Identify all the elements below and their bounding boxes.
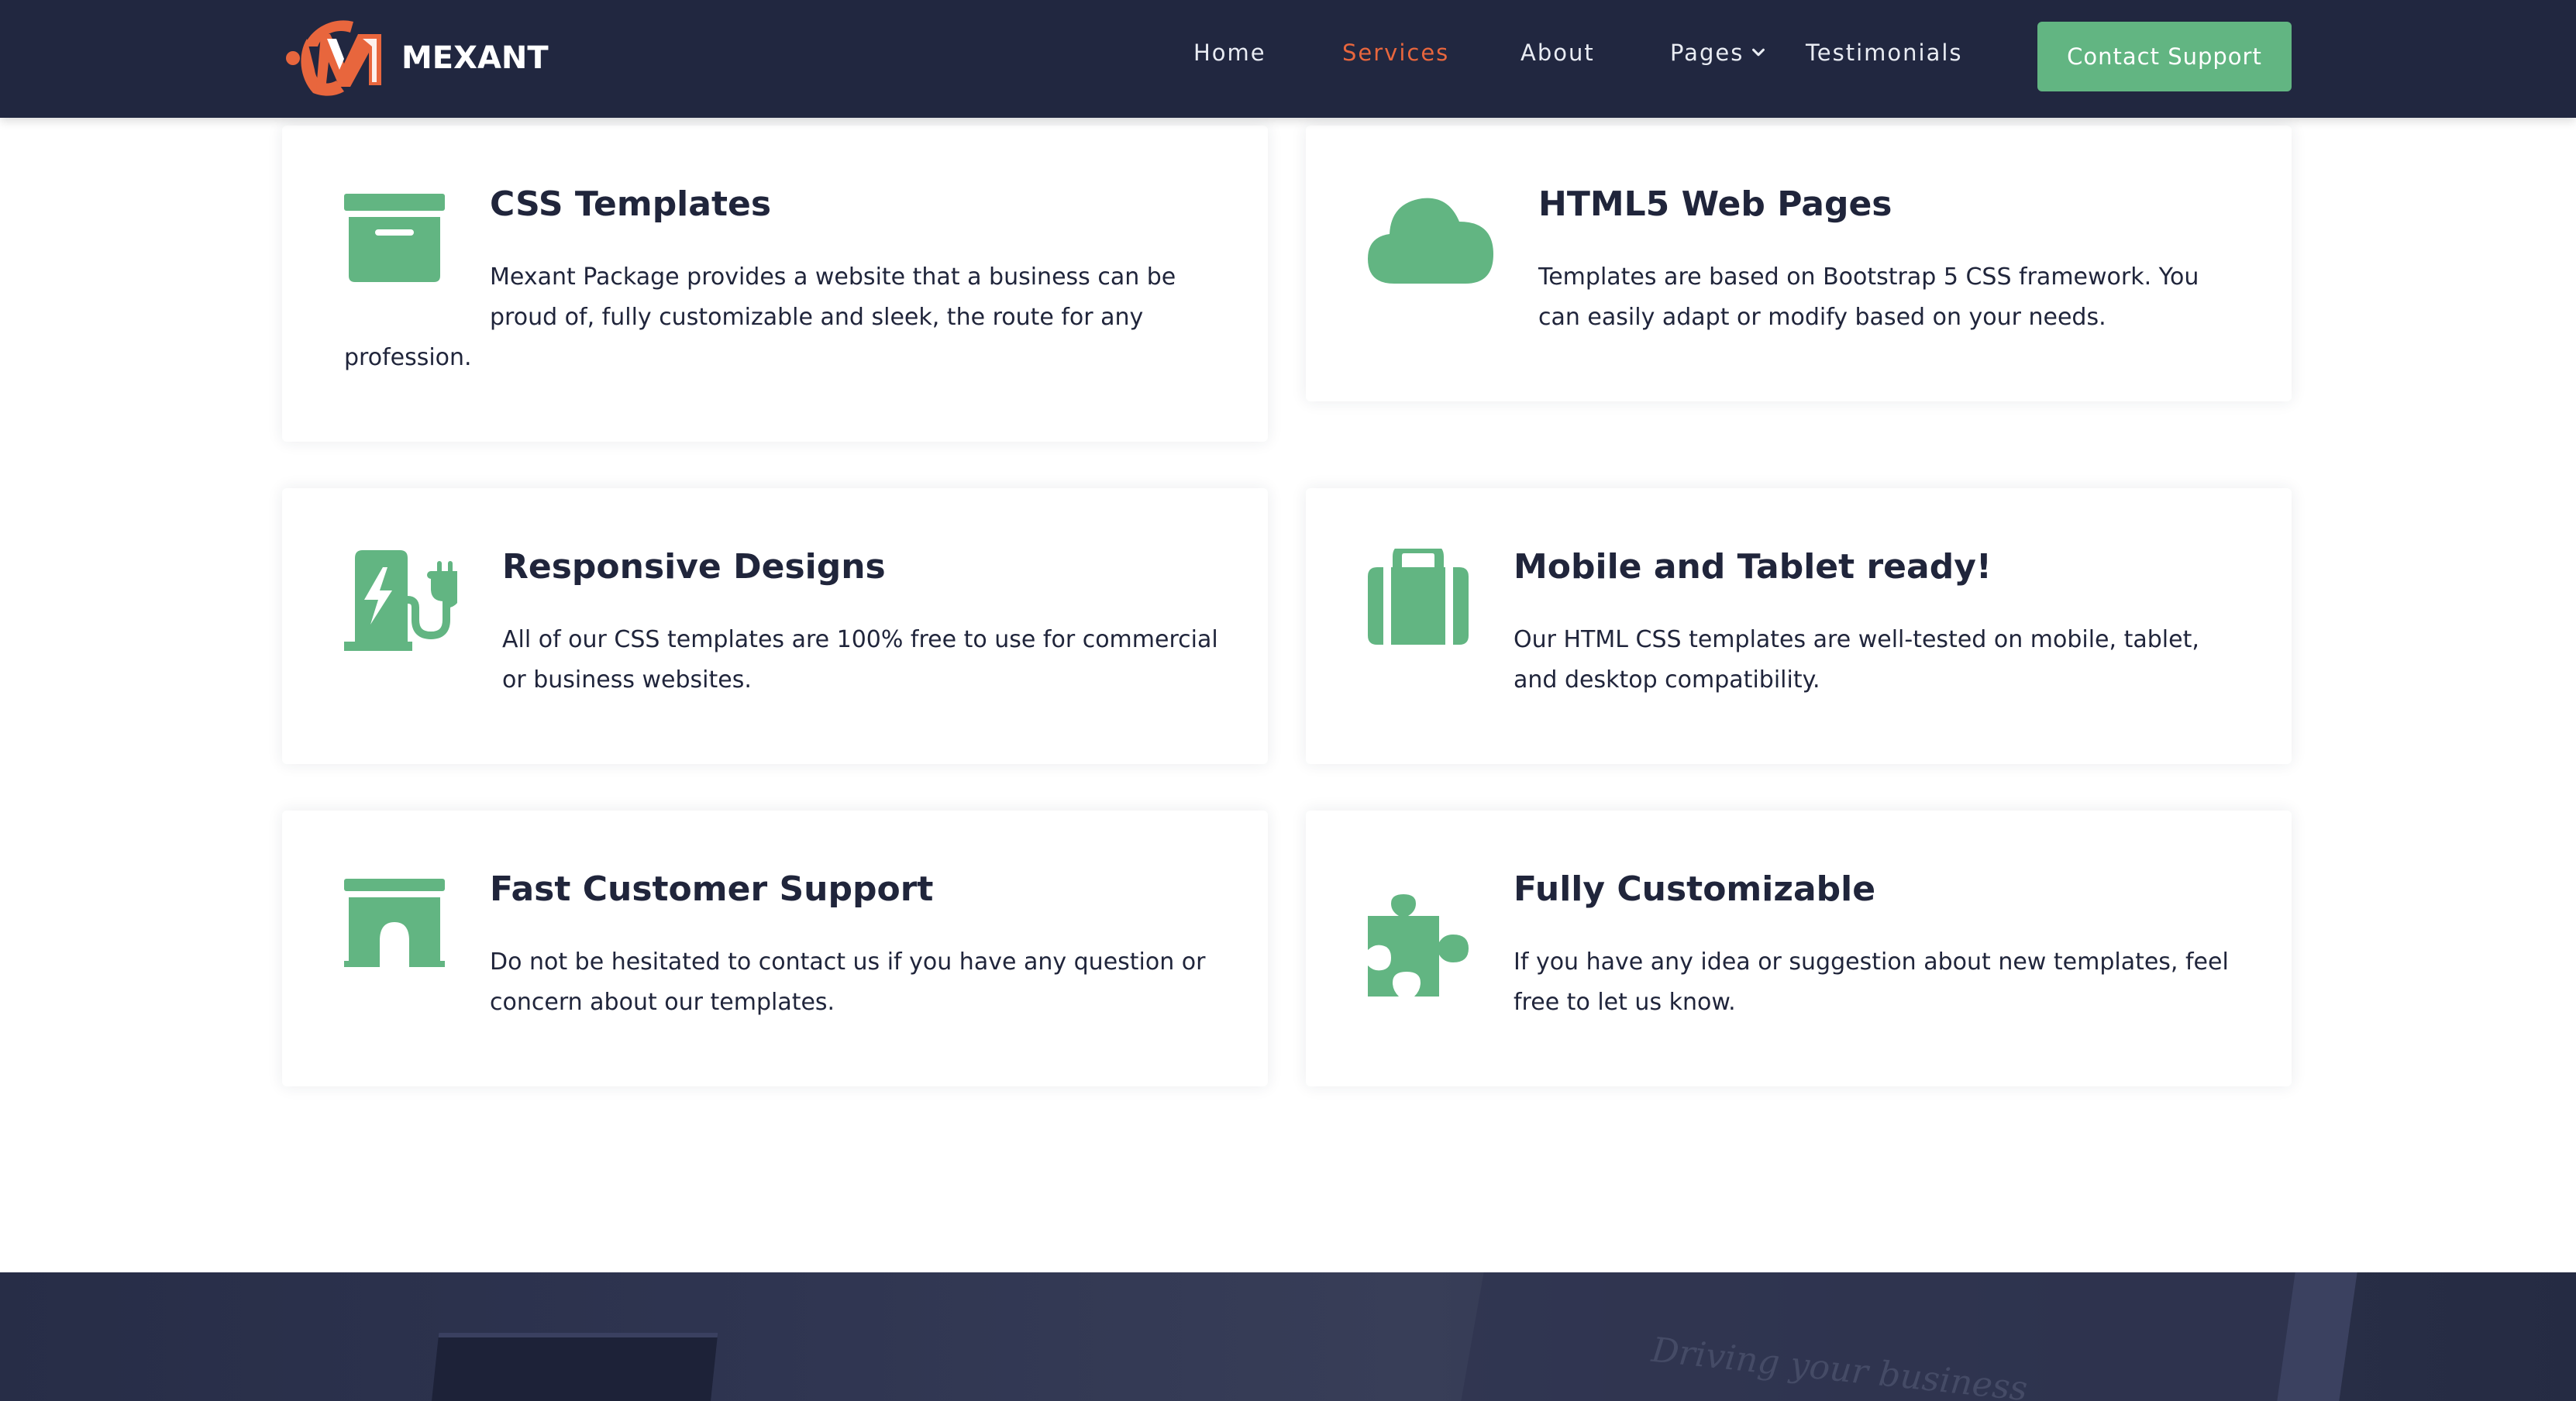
service-title: HTML5 Web Pages: [1538, 184, 1892, 224]
service-desc-line: Do not be hesitated to contact us if you…: [490, 948, 1206, 976]
nav-home[interactable]: Home: [1193, 37, 1266, 68]
chevron-down-icon: [1752, 48, 1765, 57]
puzzle-piece-icon: [1368, 894, 1469, 997]
nav-about[interactable]: About: [1520, 37, 1595, 68]
cloud-icon: [1368, 198, 1493, 284]
nav-pages[interactable]: Pages: [1670, 37, 1767, 68]
archway-icon: [344, 879, 445, 967]
service-desc-line: If you have any idea or suggestion about…: [1514, 948, 2229, 976]
contact-support-button[interactable]: Contact Support: [2037, 22, 2292, 91]
service-card-mobile-tablet-ready: Mobile and Tablet ready! Our HTML CSS te…: [1306, 488, 2292, 764]
service-title: Responsive Designs: [502, 547, 886, 587]
service-desc-line: and desktop compatibility.: [1514, 666, 1820, 694]
brand-name: MEXANT: [401, 40, 549, 76]
archive-box-icon: [344, 194, 445, 282]
service-desc-line: free to let us know.: [1514, 989, 1736, 1016]
service-desc-line: Mexant Package provides a website that a…: [490, 263, 1176, 291]
service-card-fast-customer-support: Fast Customer Support Do not be hesitate…: [282, 811, 1268, 1086]
service-desc-line: All of our CSS templates are 100% free t…: [502, 626, 1218, 653]
service-title: Fully Customizable: [1514, 869, 1876, 909]
service-title: Mobile and Tablet ready!: [1514, 547, 1992, 587]
service-card-html5-web-pages: HTML5 Web Pages Templates are based on B…: [1306, 126, 2292, 401]
nav-services[interactable]: Services: [1342, 37, 1449, 68]
charging-station-icon: [344, 550, 457, 651]
service-card-fully-customizable: Fully Customizable If you have any idea …: [1306, 811, 2292, 1086]
service-title: Fast Customer Support: [490, 869, 934, 909]
nav-testimonials[interactable]: Testimonials: [1806, 37, 1963, 68]
service-desc-line: concern about our templates.: [490, 989, 835, 1016]
service-desc-line: profession.: [344, 344, 472, 371]
cta-banner: Driving your business: [0, 1272, 2576, 1401]
site-header: MEXANT Home Services About Pages Testimo…: [0, 0, 2576, 118]
logo[interactable]: MEXANT: [282, 15, 549, 101]
nav-pages-label: Pages: [1670, 40, 1744, 66]
service-desc-line: or business websites.: [502, 666, 752, 694]
service-desc-line: Templates are based on Bootstrap 5 CSS f…: [1538, 263, 2199, 291]
service-card-css-templates: CSS Templates Mexant Package provides a …: [282, 126, 1268, 442]
banner-bg-shape: [429, 1333, 718, 1401]
service-card-responsive-designs: Responsive Designs All of our CSS templa…: [282, 488, 1268, 764]
logo-mark-icon: [286, 20, 381, 96]
service-desc-line: proud of, fully customizable and sleek, …: [490, 304, 1144, 331]
service-desc-line: Our HTML CSS templates are well-tested o…: [1514, 626, 2199, 653]
service-desc-line: can easily adapt or modify based on your…: [1538, 304, 2106, 331]
suitcase-icon: [1368, 549, 1469, 645]
service-title: CSS Templates: [490, 184, 772, 224]
